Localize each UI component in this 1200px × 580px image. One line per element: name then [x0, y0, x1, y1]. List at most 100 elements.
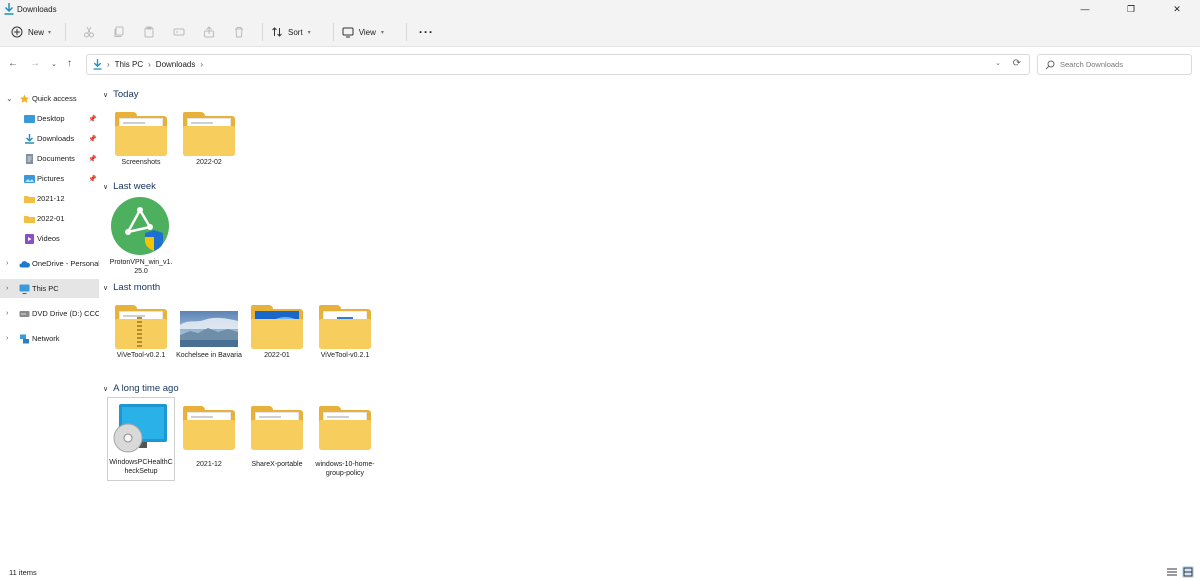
group-title: Last month [113, 282, 161, 293]
delete-button[interactable] [224, 22, 254, 42]
file-explorer-window: Downloads — ❐ ✕ New ▾ Sort ▾ View ▾ ··· … [0, 0, 1200, 580]
sidebar-item-label: Desktop [37, 114, 65, 123]
file-list: ∨ Today Screenshots 2022-02 ∨ Last week [100, 82, 1200, 564]
group-header-a-long-time-ago[interactable]: ∨ A long time ago [103, 383, 179, 394]
window-controls: — ❐ ✕ [1062, 0, 1200, 18]
recent-locations-icon[interactable]: ⌄ [51, 60, 57, 68]
star-icon [20, 94, 29, 103]
sort-button[interactable]: Sort ▾ [271, 22, 311, 42]
file-item-kochelsee-image[interactable]: Kochelsee in Bavaria [176, 303, 242, 360]
sidebar-item-label: Quick access [32, 94, 77, 103]
folder-icon [113, 110, 169, 156]
file-item-label: windows-10-home-group-policy [315, 461, 375, 477]
sidebar-item-pictures[interactable]: Pictures 📌 [0, 169, 99, 188]
sidebar-item-label: This PC [32, 284, 59, 293]
close-button[interactable]: ✕ [1154, 0, 1200, 18]
sidebar-item-quick-access[interactable]: ⌄ Quick access [0, 89, 99, 108]
chevron-down-icon: ∨ [103, 284, 109, 292]
group-header-last-week[interactable]: ∨ Last week [103, 181, 156, 192]
share-button[interactable] [194, 22, 224, 42]
sidebar-item-downloads[interactable]: Downloads 📌 [0, 129, 99, 148]
chevron-down-icon: ▾ [380, 29, 384, 36]
sidebar-item-desktop[interactable]: Desktop 📌 [0, 109, 99, 128]
sidebar-item-documents[interactable]: Documents 📌 [0, 149, 99, 168]
file-item-vivetool-folder[interactable]: ViVeTool-v0.2.1 [312, 303, 378, 360]
pin-icon: 📌 [88, 155, 97, 163]
minimize-button[interactable]: — [1062, 0, 1108, 18]
sidebar-item-2021-12[interactable]: 2021-12 [0, 189, 99, 208]
sidebar-item-label: Network [32, 334, 60, 343]
sort-arrows-icon [272, 27, 282, 37]
address-bar[interactable]: › This PC › Downloads › ⌄ ⟳ [86, 54, 1030, 75]
restore-button[interactable]: ❐ [1108, 0, 1154, 18]
large-icons-view-button[interactable] [1182, 566, 1194, 578]
sidebar-item-label: 2021-12 [37, 194, 65, 203]
sidebar-item-network[interactable]: › Network [0, 329, 99, 348]
file-item-sharex-portable[interactable]: ShareX-portable [244, 404, 310, 469]
chevron-down-icon: ∨ [103, 385, 109, 393]
search-box[interactable]: Search Downloads [1037, 54, 1192, 75]
file-item-windows-10-home-group-policy[interactable]: windows-10-home-group-policy [312, 404, 378, 478]
sidebar-item-onedrive[interactable]: › OneDrive - Personal [0, 254, 99, 273]
chevron-down-icon: ▾ [307, 29, 311, 36]
file-item-protonvpn[interactable]: ProtonVPN_win_v1.25.0 [108, 196, 174, 276]
folder-icon [249, 404, 305, 450]
file-item-pc-health-check[interactable]: WindowsPCHealthCheckSetup [107, 397, 175, 481]
sidebar-item-label: DVD Drive (D:) CCCOMA [32, 309, 99, 318]
view-button[interactable]: View ▾ [342, 22, 384, 42]
folder-icon [249, 303, 305, 349]
file-item-label: 2021-12 [196, 461, 222, 468]
address-dropdown-icon[interactable]: ⌄ [995, 59, 1001, 67]
file-item-2022-02[interactable]: 2022-02 [176, 110, 242, 167]
toolbar-divider [65, 23, 66, 41]
chevron-right-icon[interactable]: › [6, 260, 8, 267]
breadcrumb-this-pc[interactable]: This PC [115, 60, 143, 69]
download-arrow-icon [25, 133, 34, 144]
group-title: Today [113, 89, 139, 100]
back-arrow-icon[interactable]: ← [8, 58, 18, 69]
network-icon [20, 334, 29, 343]
group-header-last-month[interactable]: ∨ Last month [103, 282, 160, 293]
sidebar-item-dvd-drive[interactable]: › DVD Drive (D:) CCCOMA [0, 304, 99, 323]
sidebar-item-this-pc[interactable]: › This PC [0, 279, 99, 298]
view-label: View [358, 27, 376, 37]
paste-button[interactable] [134, 22, 164, 42]
refresh-icon[interactable]: ⟳ [1013, 58, 1021, 69]
sidebar-item-videos[interactable]: Videos [0, 229, 99, 248]
chevron-right-icon[interactable]: › [6, 335, 8, 342]
file-item-vivetool-zip[interactable]: ViVeTool-v0.2.1 [108, 303, 174, 360]
cut-button[interactable] [74, 22, 104, 42]
sidebar-item-label: Videos [37, 234, 60, 243]
more-options-button[interactable]: ··· [419, 22, 434, 42]
file-item-2021-12[interactable]: 2021-12 [176, 404, 242, 469]
chevron-down-icon[interactable]: ⌄ [6, 94, 13, 103]
share-icon [204, 26, 214, 38]
details-view-button[interactable] [1166, 566, 1178, 578]
toolbar-divider [405, 23, 407, 41]
breadcrumb-downloads[interactable]: Downloads [156, 60, 196, 69]
forward-arrow-icon[interactable]: → [30, 58, 40, 69]
folder-icon [24, 195, 35, 203]
rename-button[interactable] [164, 22, 194, 42]
tiles-view-icon [1183, 567, 1193, 577]
up-arrow-icon[interactable]: ↑ [67, 58, 72, 69]
copy-button[interactable] [104, 22, 134, 42]
group-header-today[interactable]: ∨ Today [103, 89, 138, 100]
sidebar-item-2022-01[interactable]: 2022-01 [0, 209, 99, 228]
protonvpn-installer-icon [111, 196, 169, 256]
sidebar-item-label: Downloads [37, 134, 75, 143]
file-item-label: 2022-01 [264, 352, 290, 359]
file-item-label: Kochelsee in Bavaria [176, 352, 242, 359]
monitor-view-icon [342, 27, 354, 38]
group-title: Last week [113, 181, 156, 192]
scissors-icon [84, 26, 94, 38]
file-item-screenshots[interactable]: Screenshots [108, 110, 174, 167]
chevron-right-icon[interactable]: › [6, 310, 8, 317]
folder-icon [317, 303, 373, 349]
chevron-right-icon[interactable]: › [200, 60, 203, 69]
chevron-right-icon[interactable]: › [6, 285, 8, 292]
computer-icon [19, 284, 30, 294]
new-button[interactable]: New ▾ [11, 22, 57, 42]
file-item-2022-01[interactable]: 2022-01 [244, 303, 310, 360]
file-item-label: 2022-02 [196, 159, 222, 166]
